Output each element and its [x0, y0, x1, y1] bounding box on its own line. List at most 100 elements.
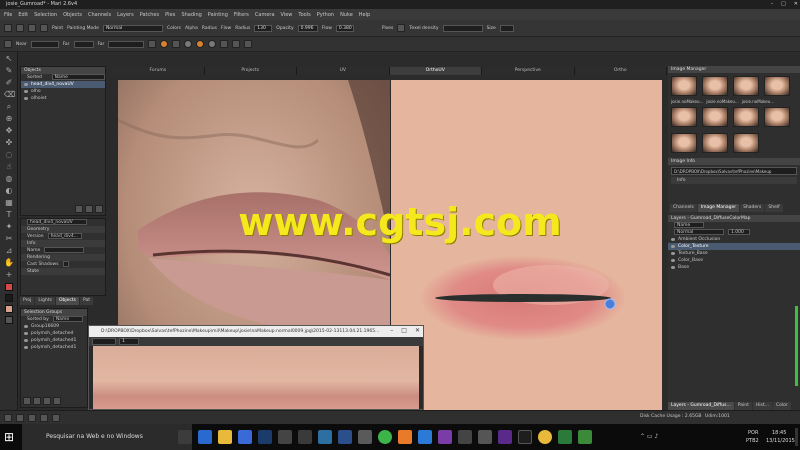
- image-thumbnail[interactable]: [702, 76, 728, 96]
- tab-shelf[interactable]: Shelf: [765, 204, 783, 212]
- close-icon[interactable]: ✕: [794, 0, 798, 9]
- layer-opacity-input[interactable]: 1.000: [728, 229, 750, 235]
- brush-tool-icon[interactable]: ✐: [4, 78, 14, 88]
- shading-icon[interactable]: [208, 40, 217, 48]
- lasso-tool-icon[interactable]: ◌: [4, 150, 14, 160]
- patch-icon[interactable]: [244, 40, 253, 48]
- windows-start-icon[interactable]: ⊞: [4, 431, 16, 443]
- remove-object-icon[interactable]: [85, 205, 93, 213]
- version-value[interactable]: head_div4...: [47, 233, 82, 239]
- taskbar-search-input[interactable]: Pesquisar na Web e no Windows: [22, 424, 192, 450]
- minimize-icon[interactable]: –: [771, 0, 774, 9]
- object-item[interactable]: olho: [21, 88, 105, 95]
- menu-selection[interactable]: Selection: [34, 12, 57, 18]
- tab-patches[interactable]: Pat: [79, 297, 94, 305]
- image-thumbnail[interactable]: [764, 107, 790, 127]
- layer-item[interactable]: Color_Texture: [668, 243, 800, 250]
- transform-tool-icon[interactable]: ✥: [4, 126, 14, 136]
- far-input[interactable]: [73, 40, 94, 48]
- skin-color-swatch[interactable]: [5, 305, 13, 313]
- extra-color-swatch[interactable]: [5, 316, 13, 324]
- tab-projects[interactable]: Proj: [20, 297, 35, 305]
- text-tool-icon[interactable]: T: [4, 210, 14, 220]
- search-tool-icon[interactable]: ⌕: [4, 102, 14, 112]
- minimize-icon[interactable]: –: [390, 327, 393, 334]
- app-icon[interactable]: [518, 430, 532, 444]
- selection-group-item[interactable]: Group16609: [21, 323, 87, 330]
- transform-icon[interactable]: [4, 414, 12, 422]
- tab-forums[interactable]: Forums: [112, 67, 205, 75]
- move-icon[interactable]: [16, 414, 24, 422]
- close-icon[interactable]: ✕: [415, 327, 420, 334]
- near-input[interactable]: [30, 40, 59, 48]
- menu-plex[interactable]: Plex: [165, 12, 175, 18]
- object-item[interactable]: olhoiet: [21, 95, 105, 102]
- sorted-by-select[interactable]: Name: [51, 74, 105, 80]
- app-icon[interactable]: [298, 430, 312, 444]
- tab-lights[interactable]: Lights: [35, 297, 55, 305]
- menu-filters[interactable]: Filters: [234, 12, 249, 18]
- maximize-icon[interactable]: □: [401, 327, 407, 334]
- blur-tool-icon[interactable]: ◍: [4, 174, 14, 184]
- state-section[interactable]: State: [21, 268, 105, 275]
- cast-shadows-checkbox[interactable]: [62, 261, 69, 267]
- camera-icon[interactable]: [4, 40, 12, 48]
- tab-uv[interactable]: UV: [297, 67, 390, 75]
- menu-view[interactable]: View: [281, 12, 293, 18]
- wireframe-icon[interactable]: [232, 40, 241, 48]
- add-object-icon[interactable]: [75, 205, 83, 213]
- tab-channels[interactable]: Channels: [670, 204, 697, 212]
- undo-icon[interactable]: [4, 24, 12, 32]
- save-icon[interactable]: [28, 24, 36, 32]
- redo-icon[interactable]: [16, 24, 24, 32]
- app-icon[interactable]: [558, 430, 572, 444]
- dodge-tool-icon[interactable]: ◐: [4, 186, 14, 196]
- tab-image-manager[interactable]: Image Manager: [697, 204, 740, 212]
- store-icon[interactable]: [238, 430, 252, 444]
- selection-group-item[interactable]: polymsh_detached1: [21, 344, 87, 351]
- layer-item[interactable]: Texture_Base: [668, 250, 800, 257]
- group-select-icon[interactable]: [43, 397, 51, 405]
- menu-layers[interactable]: Layers: [117, 12, 134, 18]
- image-thumbnail[interactable]: [671, 76, 697, 96]
- image-thumbnail[interactable]: [671, 107, 697, 127]
- menu-file[interactable]: File: [4, 12, 12, 18]
- clock-date[interactable]: 13/11/2015: [766, 438, 795, 444]
- menu-python[interactable]: Python: [317, 12, 334, 18]
- shader-icon[interactable]: [160, 40, 169, 48]
- system-tray-icons[interactable]: ⌃ ▭ ♪: [640, 433, 658, 440]
- info-section[interactable]: Info: [21, 240, 105, 247]
- clock-time[interactable]: 18:45: [772, 430, 786, 436]
- scale-icon[interactable]: [40, 414, 48, 422]
- input-layout[interactable]: PTB2: [746, 438, 759, 444]
- image-thumbnail[interactable]: [733, 107, 759, 127]
- app-icon[interactable]: [318, 430, 332, 444]
- menu-help[interactable]: Help: [359, 12, 370, 18]
- layer-item[interactable]: Color_Base: [668, 257, 800, 264]
- edge-icon[interactable]: [198, 430, 212, 444]
- blend-mode-select[interactable]: Normal: [674, 229, 724, 235]
- app-icon[interactable]: [358, 430, 372, 444]
- app-icon[interactable]: [278, 430, 292, 444]
- select-tool-icon[interactable]: ↖: [4, 54, 14, 64]
- app-icon[interactable]: [578, 430, 592, 444]
- image-thumbnail[interactable]: [671, 133, 697, 153]
- explorer-icon[interactable]: [218, 430, 232, 444]
- image-thumbnail[interactable]: [702, 107, 728, 127]
- app-icon[interactable]: [478, 430, 492, 444]
- show-desktop-button[interactable]: [795, 428, 798, 446]
- group-hide-icon[interactable]: [53, 397, 61, 405]
- menu-camera[interactable]: Camera: [255, 12, 275, 18]
- foreground-color-swatch[interactable]: [5, 283, 13, 291]
- tab-projects-view[interactable]: Projects: [205, 67, 297, 75]
- image-info-section[interactable]: Info: [671, 177, 797, 184]
- grid-icon[interactable]: [397, 24, 406, 32]
- tab-perspective[interactable]: Perspective: [482, 67, 575, 75]
- whatsapp-icon[interactable]: [378, 430, 392, 444]
- flow-input[interactable]: 0.380: [335, 24, 354, 32]
- gradient-tool-icon[interactable]: ▦: [4, 198, 14, 208]
- smudge-tool-icon[interactable]: ☝: [4, 162, 14, 172]
- slice-tool-icon[interactable]: ✂: [4, 234, 14, 244]
- snap-icon[interactable]: [52, 414, 60, 422]
- tab-color[interactable]: Color: [772, 402, 791, 410]
